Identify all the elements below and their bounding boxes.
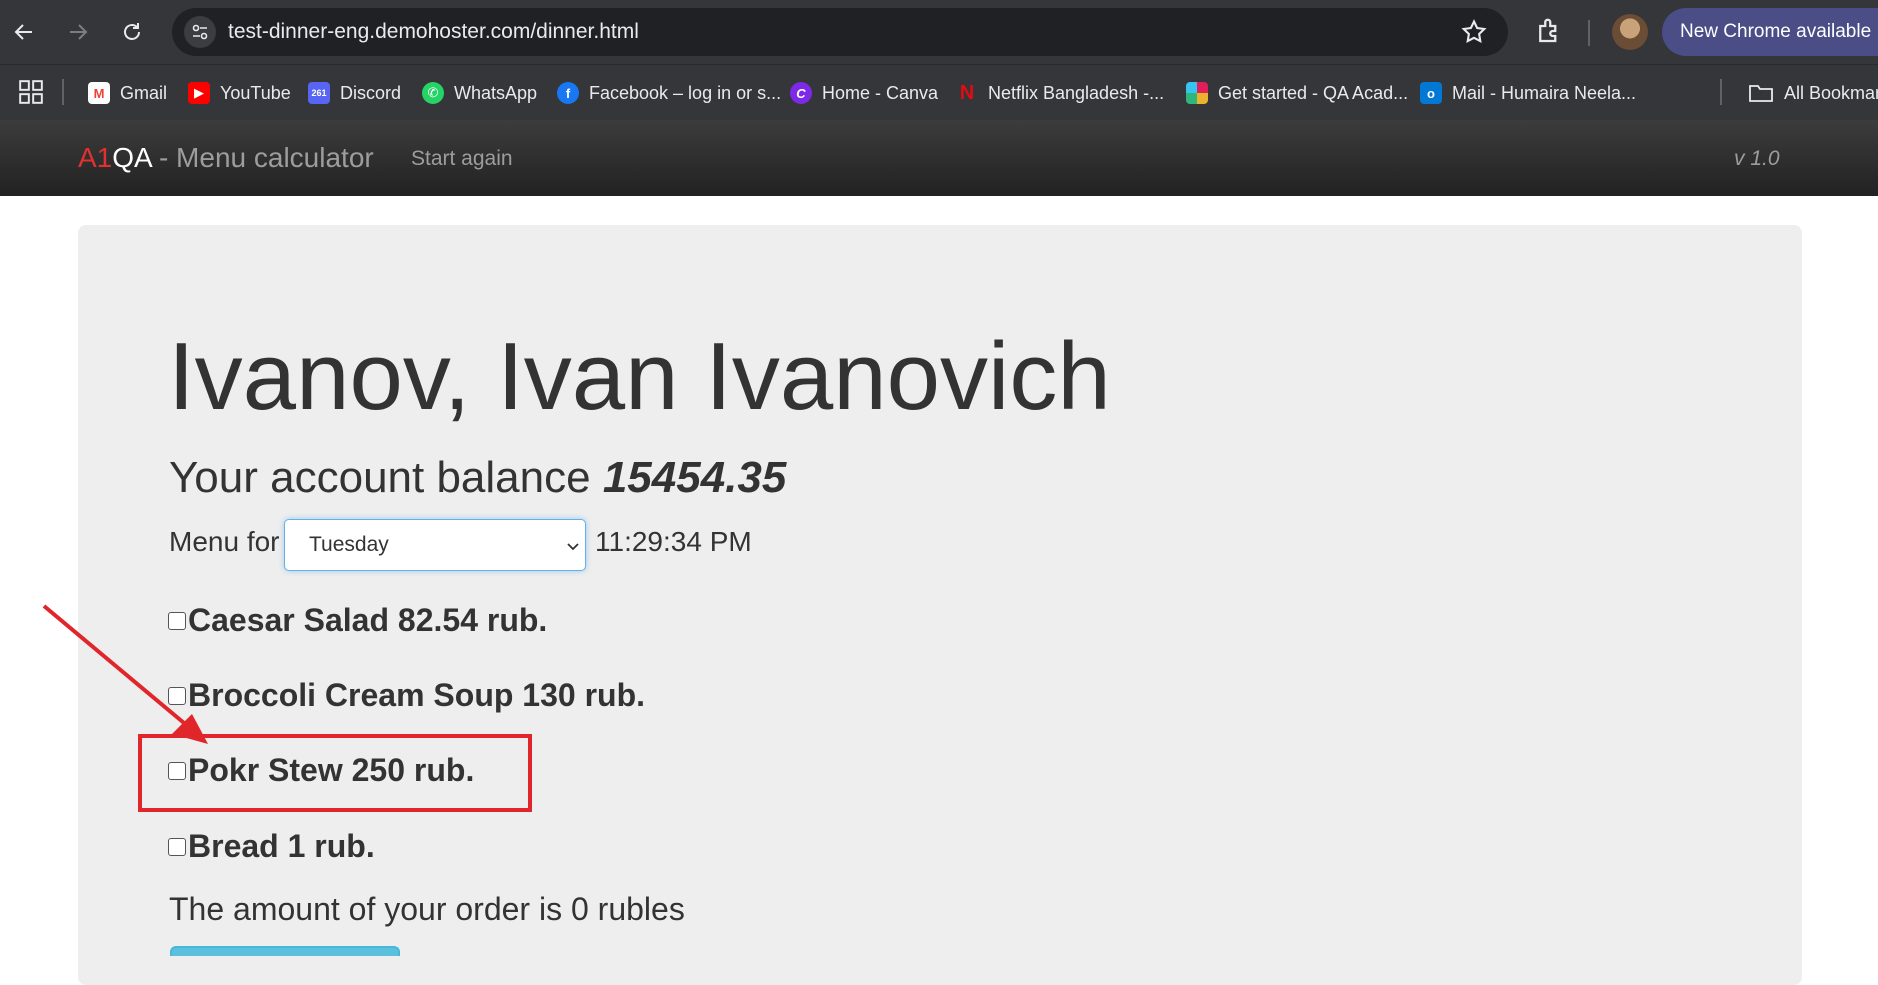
bookmark-label: Netflix Bangladesh -... (988, 82, 1165, 103)
bookmark-gmail[interactable]: M Gmail (88, 65, 167, 121)
folder-icon (1749, 85, 1773, 102)
bookmark-facebook[interactable]: f Facebook – log in or s... (557, 65, 781, 121)
bookmark-label: Gmail (120, 82, 168, 103)
bookmark-label: Discord (340, 82, 402, 103)
toolbar-divider (1588, 20, 1590, 46)
reload-button[interactable] (114, 14, 150, 50)
dish-label[interactable]: Bread 1 rub. (188, 828, 375, 865)
current-time: 11:29:34 PM (595, 526, 752, 557)
bookmark-canva[interactable]: C Home - Canva (790, 65, 938, 121)
bookmark-label: Facebook – log in or s... (589, 82, 782, 103)
netflix-icon: N (959, 81, 975, 104)
slack-icon (1186, 82, 1208, 104)
brand-a1: A1 (78, 142, 113, 173)
bookmark-outlook[interactable]: o Mail - Humaira Neela... (1420, 65, 1636, 121)
dish-checkbox[interactable] (168, 761, 186, 780)
dish-item-bread: Bread 1 rub. (168, 828, 375, 865)
apps-grid-icon[interactable] (18, 79, 44, 105)
dish-label[interactable]: Pokr Stew 250 rub. (188, 752, 474, 789)
menu-for-label: Menu for (169, 526, 280, 557)
site-info-icon[interactable] (184, 16, 216, 48)
chevron-down-icon (567, 543, 579, 551)
reload-icon (124, 23, 140, 40)
youtube-icon: ▶ (188, 82, 210, 104)
customer-name: Ivanov, Ivan Ivanovich (168, 323, 1111, 430)
dish-item-caesar-salad: Caesar Salad 82.54 rub. (168, 602, 547, 639)
bookmark-label: Mail - Humaira Neela... (1452, 82, 1637, 103)
day-select-value: Tuesday (309, 533, 389, 556)
site-navbar: A1QA - Menu calculator Start again v 1.0 (0, 120, 1878, 196)
dish-label[interactable]: Caesar Salad 82.54 rub. (188, 602, 547, 639)
dish-checkbox[interactable] (168, 837, 186, 856)
facebook-icon: f (557, 82, 579, 104)
forward-button[interactable] (60, 14, 96, 50)
bookmark-label: Get started - QA Acad... (1218, 82, 1409, 103)
bookmark-netflix[interactable]: N Netflix Bangladesh -... (956, 65, 1164, 121)
profile-avatar[interactable] (1612, 14, 1648, 50)
url-text[interactable]: test-dinner-eng.demohoster.com/dinner.ht… (228, 20, 639, 44)
dish-item-pokr-stew: Pokr Stew 250 rub. (168, 752, 474, 789)
address-bar[interactable]: test-dinner-eng.demohoster.com/dinner.ht… (172, 8, 1508, 56)
bookmark-label: All Bookmarks (1784, 82, 1878, 103)
bookmark-discord[interactable]: 261 Discord (308, 65, 401, 121)
arrow-right-icon (70, 24, 88, 40)
dish-item-broccoli-soup: Broccoli Cream Soup 130 rub. (168, 677, 645, 714)
submit-button[interactable] (170, 946, 400, 956)
day-select[interactable]: Tuesday (284, 519, 586, 571)
start-again-link[interactable]: Start again (411, 147, 513, 171)
bookmark-qa-academy[interactable]: Get started - QA Acad... (1186, 65, 1408, 121)
arrow-left-icon (14, 24, 32, 40)
chrome-update-button[interactable]: New Chrome available (1662, 8, 1878, 56)
discord-icon: 261 (308, 82, 330, 104)
bookmark-label: WhatsApp (454, 82, 538, 103)
brand-logo[interactable]: A1QA - Menu calculator (78, 142, 374, 174)
balance-value: 15454.35 (602, 453, 787, 502)
dish-checkbox[interactable] (168, 611, 186, 630)
gmail-icon: M (88, 82, 110, 104)
bookmarks-divider (1720, 79, 1722, 105)
bookmark-label: YouTube (220, 82, 291, 103)
canva-icon: C (790, 82, 812, 104)
bookmark-youtube[interactable]: ▶ YouTube (188, 65, 291, 121)
order-total: The amount of your order is 0 rubles (169, 891, 685, 927)
bookmark-label: Home - Canva (822, 82, 939, 103)
browser-toolbar: test-dinner-eng.demohoster.com/dinner.ht… (0, 0, 1878, 64)
brand-title: - Menu calculator (151, 142, 374, 173)
version-label: v 1.0 (1734, 147, 1780, 170)
bookmark-star-icon[interactable] (1460, 18, 1488, 46)
dish-checkbox[interactable] (168, 686, 186, 705)
bookmarks-bar: M Gmail ▶ YouTube 261 Discord ✆ WhatsApp… (0, 64, 1878, 120)
bookmark-whatsapp[interactable]: ✆ WhatsApp (422, 65, 537, 121)
outlook-icon: o (1420, 82, 1442, 104)
extensions-icon[interactable] (1534, 16, 1564, 46)
whatsapp-icon: ✆ (422, 82, 444, 104)
brand-qa: QA (112, 142, 152, 173)
dish-label[interactable]: Broccoli Cream Soup 130 rub. (188, 677, 645, 714)
back-button[interactable] (6, 14, 42, 50)
account-balance: Your account balance 15454.35 (169, 453, 786, 503)
all-bookmarks[interactable]: All Bookmarks (1748, 65, 1878, 121)
balance-label: Your account balance (169, 453, 603, 502)
bookmarks-divider (62, 79, 64, 105)
